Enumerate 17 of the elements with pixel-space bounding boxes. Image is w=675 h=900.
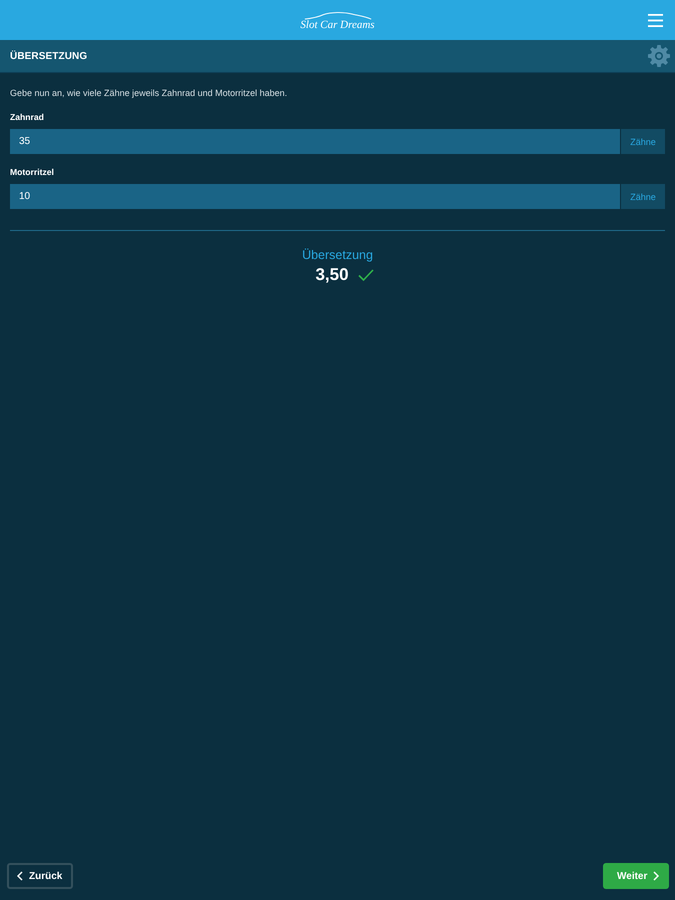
chevron-right-icon — [653, 871, 660, 881]
number-input[interactable]: 35 — [10, 129, 620, 154]
unit-label: Zähne — [621, 184, 665, 209]
unit-label: Zähne — [621, 129, 665, 154]
result-label: Übersetzung — [302, 248, 373, 263]
result-value: 3,50 — [315, 265, 349, 285]
menu-icon[interactable] — [648, 14, 663, 27]
chevron-left-icon — [17, 871, 23, 881]
instruction-text: Gebe nun an, wie viele Zähne jeweils Zahnrad und Motorritzel haben. — [10, 87, 288, 99]
page-title: ÜBERSETZUNG — [10, 50, 88, 62]
field-label: Zahnrad — [10, 111, 44, 123]
logo-text: Slot Car Dreams — [300, 18, 375, 30]
car-outline-icon — [302, 12, 372, 20]
back-button[interactable]: Zurück — [7, 863, 73, 889]
number-input[interactable]: 10 — [10, 184, 620, 209]
settings-icon[interactable] — [647, 44, 671, 68]
field-label: Motorritzel — [10, 166, 54, 178]
